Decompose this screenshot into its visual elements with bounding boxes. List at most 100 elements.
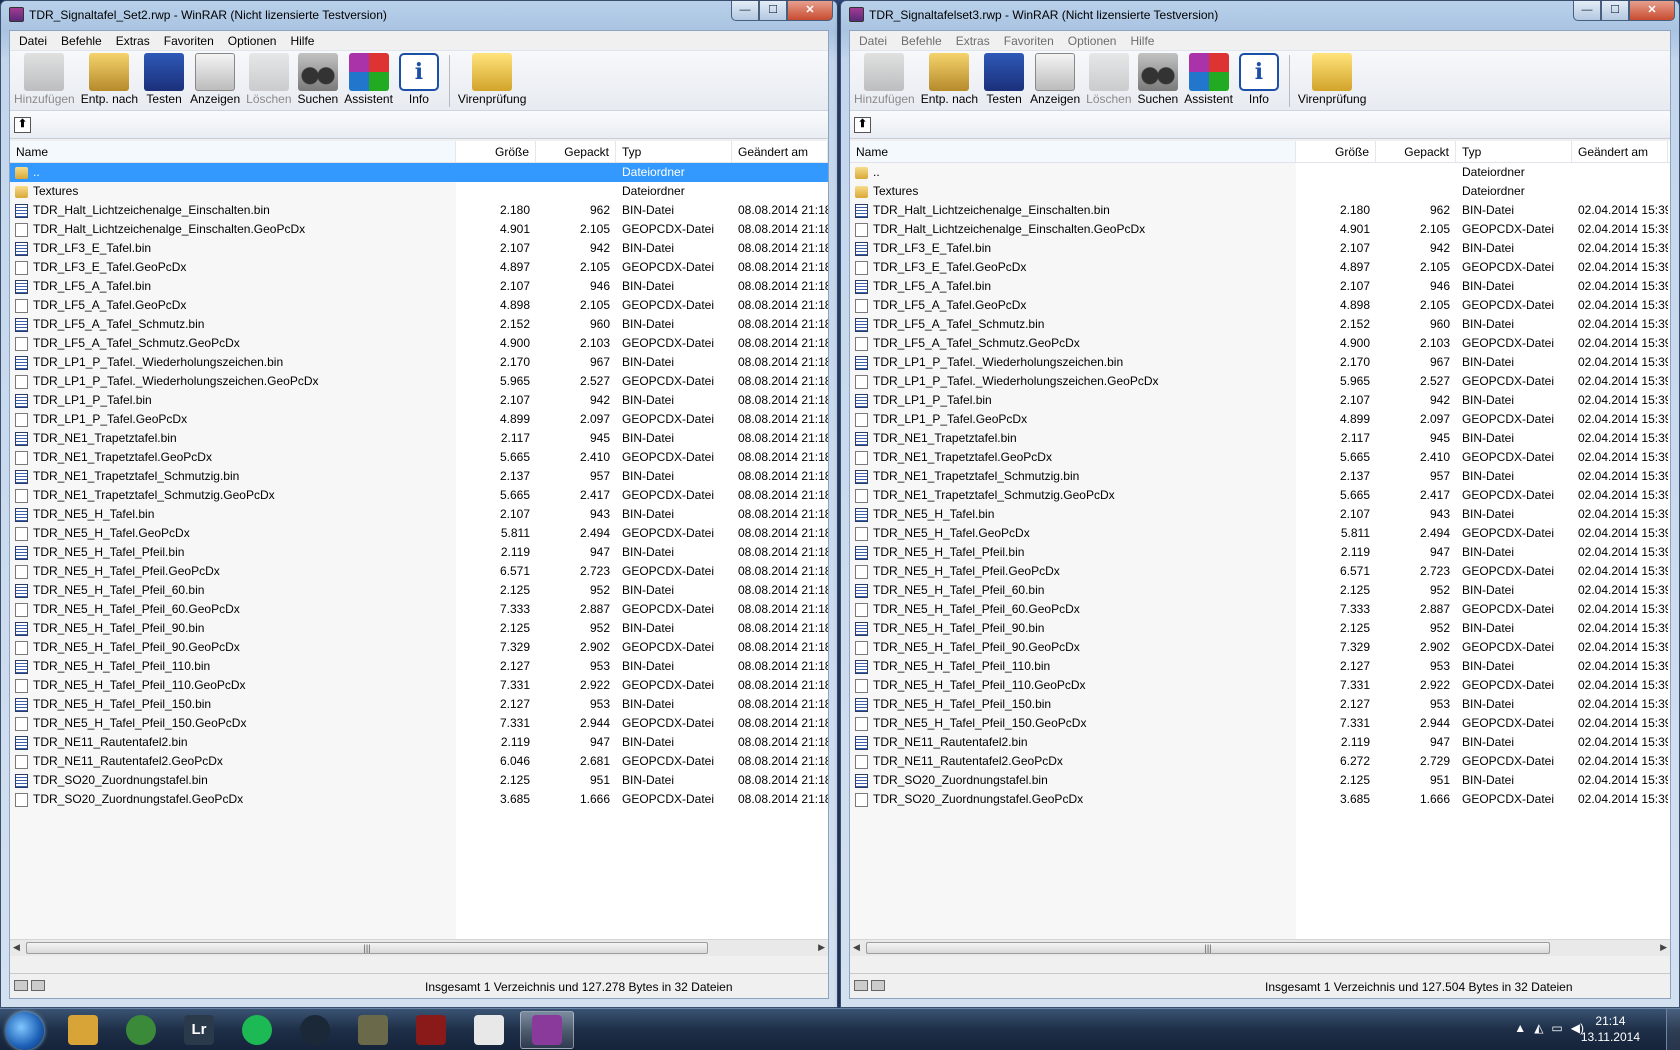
file-row[interactable]: TDR_SO20_Zuordnungstafel.bin 2.125 951 BIN-… <box>10 771 828 790</box>
file-row[interactable]: .. Dateiordner <box>10 163 828 182</box>
menu-favoriten[interactable]: Favoriten <box>157 31 221 50</box>
file-row[interactable]: TDR_NE5_H_Tafel_Pfeil.GeoPcDx 6.571 2.723 G… <box>10 562 828 581</box>
key-icon[interactable] <box>871 980 885 991</box>
file-row[interactable]: TDR_NE1_Trapetztafel_Schmutzig.GeoPcDx 5.… <box>850 486 1670 505</box>
file-row[interactable]: TDR_NE5_H_Tafel_Pfeil_90.GeoPcDx 7.329 2.9… <box>10 638 828 657</box>
file-row[interactable]: TDR_LP1_P_Tafel.GeoPcDx 4.899 2.097 GEOPCDX… <box>850 410 1670 429</box>
scrollbar-thumb[interactable]: ||| <box>26 942 708 954</box>
file-row[interactable]: .. Dateiordner <box>850 163 1670 182</box>
file-row[interactable]: TDR_SO20_Zuordnungstafel.GeoPcDx 3.685 1.6… <box>850 790 1670 809</box>
toolbar-extract-to-button[interactable]: Entp. nach <box>81 53 138 106</box>
file-row[interactable]: TDR_NE5_H_Tafel_Pfeil_150.bin 2.127 953 BIN… <box>10 695 828 714</box>
menu-optionen[interactable]: Optionen <box>221 31 284 50</box>
scrollbar-thumb[interactable]: ||| <box>866 942 1550 954</box>
start-button[interactable] <box>6 1012 44 1050</box>
file-row[interactable]: TDR_LP1_P_Tafel._Wiederholungszeichen.bi… <box>10 353 828 372</box>
column-header-modified[interactable]: Geändert am <box>1572 141 1668 162</box>
column-header-size[interactable]: Größe <box>1296 141 1376 162</box>
file-row[interactable]: TDR_NE5_H_Tafel_Pfeil_110.GeoPcDx 7.331 2.… <box>10 676 828 695</box>
scroll-left-icon[interactable]: ◀ <box>13 942 20 953</box>
menu-datei[interactable]: Datei <box>12 31 54 50</box>
file-row[interactable]: TDR_LF3_E_Tafel.bin 2.107 942 BIN-Datei 08.0… <box>10 239 828 258</box>
file-row[interactable]: TDR_Halt_Lichtzeichenalge_Einschalten.bi… <box>10 201 828 220</box>
toolbar-view-button[interactable]: Anzeigen <box>190 53 240 106</box>
title-bar[interactable]: TDR_Signaltafel_Set2.rwp - WinRAR (Nicht… <box>1 1 837 29</box>
toolbar-delete-button[interactable]: Löschen <box>1086 53 1132 106</box>
file-row[interactable]: TDR_NE1_Trapetztafel_Schmutzig.bin 2.137 9… <box>850 467 1670 486</box>
taskbar-game-agent[interactable] <box>404 1011 458 1049</box>
file-row[interactable]: TDR_LP1_P_Tafel._Wiederholungszeichen.bi… <box>850 353 1670 372</box>
horizontal-scrollbar[interactable]: ◀ ||| ▶ <box>850 939 1670 956</box>
file-row[interactable]: TDR_NE5_H_Tafel_Pfeil_110.bin 2.127 953 BIN… <box>850 657 1670 676</box>
taskbar-steam[interactable] <box>288 1011 342 1049</box>
google-drive-icon[interactable]: ◭ <box>1534 1021 1543 1035</box>
file-row[interactable]: TDR_Halt_Lichtzeichenalge_Einschalten.Ge… <box>10 220 828 239</box>
title-bar[interactable]: TDR_Signaltafelset3.rwp - WinRAR (Nicht … <box>841 1 1679 29</box>
clock[interactable]: 21:14 13.11.2014 <box>1581 1013 1640 1045</box>
column-header-packed[interactable]: Gepackt <box>1376 141 1456 162</box>
file-row[interactable]: TDR_NE11_Rautentafel2.GeoPcDx 6.272 2.729 G… <box>850 752 1670 771</box>
file-row[interactable]: Textures Dateiordner <box>10 182 828 201</box>
file-row[interactable]: TDR_NE11_Rautentafel2.bin 2.119 947 BIN-Dat… <box>10 733 828 752</box>
file-row[interactable]: TDR_LF5_A_Tafel.GeoPcDx 4.898 2.105 GEOPCDX… <box>10 296 828 315</box>
file-row[interactable]: TDR_Halt_Lichtzeichenalge_Einschalten.bi… <box>850 201 1670 220</box>
show-desktop-button[interactable] <box>1666 1009 1680 1050</box>
file-row[interactable]: TDR_NE1_Trapetztafel.bin 2.117 945 BIN-Date… <box>850 429 1670 448</box>
toolbar-test-button[interactable]: Testen <box>144 53 185 106</box>
toolbar-delete-button[interactable]: Löschen <box>246 53 292 106</box>
file-row[interactable]: TDR_LF5_A_Tafel.bin 2.107 946 BIN-Datei 08.0… <box>10 277 828 296</box>
column-header-size[interactable]: Größe <box>456 141 536 162</box>
file-row[interactable]: TDR_NE5_H_Tafel_Pfeil_90.GeoPcDx 7.329 2.9… <box>850 638 1670 657</box>
maximize-button[interactable]: ☐ <box>759 1 787 21</box>
up-folder-icon[interactable]: ⬆ <box>14 116 31 133</box>
file-row[interactable]: TDR_NE5_H_Tafel_Pfeil_110.GeoPcDx 7.331 2.… <box>850 676 1670 695</box>
file-row[interactable]: TDR_LF5_A_Tafel_Schmutz.bin 2.152 960 BIN-D… <box>10 315 828 334</box>
taskbar-spotify[interactable] <box>230 1011 284 1049</box>
column-header-packed[interactable]: Gepackt <box>536 141 616 162</box>
toolbar-wizard-button[interactable]: Assistent <box>1184 53 1233 106</box>
file-row[interactable]: TDR_LF5_A_Tafel.bin 2.107 946 BIN-Datei 02.0… <box>850 277 1670 296</box>
file-row[interactable]: TDR_NE5_H_Tafel_Pfeil.GeoPcDx 6.571 2.723 G… <box>850 562 1670 581</box>
file-row[interactable]: TDR_LF3_E_Tafel.bin 2.107 942 BIN-Datei 02.0… <box>850 239 1670 258</box>
toolbar-info-button[interactable]: i Info <box>1238 53 1279 106</box>
file-row[interactable]: TDR_LP1_P_Tafel.bin 2.107 942 BIN-Datei 02.0… <box>850 391 1670 410</box>
toolbar-wizard-button[interactable]: Assistent <box>344 53 393 106</box>
file-row[interactable]: TDR_NE5_H_Tafel_Pfeil_150.GeoPcDx 7.331 2.… <box>850 714 1670 733</box>
up-folder-icon[interactable]: ⬆ <box>854 116 871 133</box>
file-row[interactable]: TDR_NE5_H_Tafel_Pfeil.bin 2.119 947 BIN-Dat… <box>10 543 828 562</box>
scroll-left-icon[interactable]: ◀ <box>853 942 860 953</box>
file-row[interactable]: TDR_NE1_Trapetztafel.bin 2.117 945 BIN-Date… <box>10 429 828 448</box>
minimize-button[interactable]: — <box>1573 1 1601 21</box>
menu-befehle[interactable]: Befehle <box>54 31 109 50</box>
file-row[interactable]: TDR_NE5_H_Tafel.bin 2.107 943 BIN-Datei 08.0… <box>10 505 828 524</box>
file-row[interactable]: TDR_SO20_Zuordnungstafel.GeoPcDx 3.685 1.6… <box>10 790 828 809</box>
file-row[interactable]: TDR_NE5_H_Tafel_Pfeil_110.bin 2.127 953 BIN… <box>10 657 828 676</box>
file-row[interactable]: TDR_NE5_H_Tafel_Pfeil_60.bin 2.125 952 BIN-… <box>850 581 1670 600</box>
toolbar-virus-scan-button[interactable]: Virenprüfung <box>458 53 526 106</box>
taskbar-game-soldier[interactable] <box>346 1011 400 1049</box>
close-button[interactable]: ✕ <box>1629 1 1675 21</box>
network-icon[interactable]: ▭ <box>1551 1021 1562 1035</box>
toolbar-add-archive-button[interactable]: Hinzufügen <box>854 53 915 106</box>
toolbar-test-button[interactable]: Testen <box>984 53 1025 106</box>
menu-extras[interactable]: Extras <box>949 31 997 50</box>
column-header-type[interactable]: Typ <box>1456 141 1572 162</box>
column-header-name[interactable]: Name <box>850 141 1296 162</box>
taskbar-train-simulator[interactable] <box>462 1011 516 1049</box>
menu-extras[interactable]: Extras <box>109 31 157 50</box>
toolbar-virus-scan-button[interactable]: Virenprüfung <box>1298 53 1366 106</box>
minimize-button[interactable]: — <box>731 1 759 21</box>
file-row[interactable]: TDR_NE5_H_Tafel_Pfeil_60.GeoPcDx 7.333 2.8… <box>10 600 828 619</box>
winrar-app-icon[interactable] <box>849 7 864 22</box>
taskbar-lightroom[interactable]: Lr <box>172 1011 226 1049</box>
toolbar-extract-to-button[interactable]: Entp. nach <box>921 53 978 106</box>
menu-favoriten[interactable]: Favoriten <box>997 31 1061 50</box>
horizontal-scrollbar[interactable]: ◀ ||| ▶ <box>10 939 828 956</box>
taskbar-file-explorer[interactable] <box>56 1011 110 1049</box>
file-row[interactable]: TDR_NE11_Rautentafel2.GeoPcDx 6.046 2.681 G… <box>10 752 828 771</box>
menu-optionen[interactable]: Optionen <box>1061 31 1124 50</box>
taskbar-winrar[interactable] <box>520 1011 574 1049</box>
file-row[interactable]: TDR_NE5_H_Tafel.bin 2.107 943 BIN-Datei 02.0… <box>850 505 1670 524</box>
menu-hilfe[interactable]: Hilfe <box>283 31 321 50</box>
file-row[interactable]: TDR_NE5_H_Tafel_Pfeil_90.bin 2.125 952 BIN-… <box>10 619 828 638</box>
